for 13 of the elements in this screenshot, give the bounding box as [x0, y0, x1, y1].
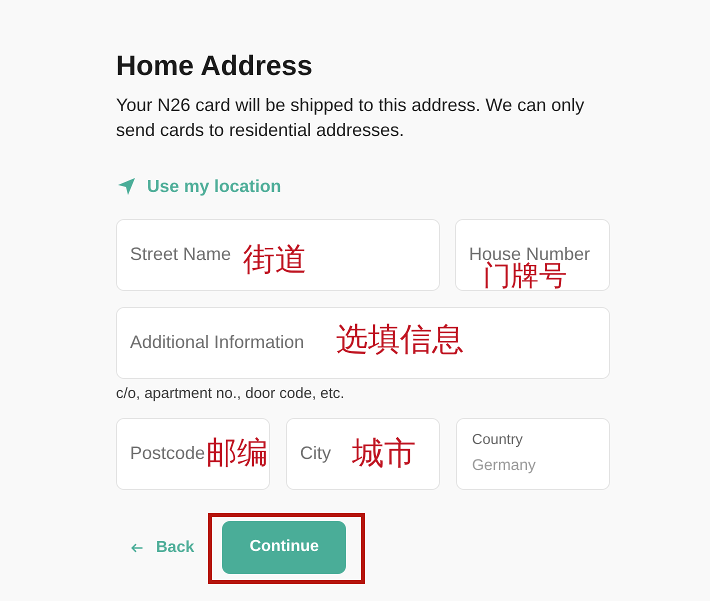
left-arrow-icon [131, 543, 143, 553]
use-location-link[interactable]: Use my location [116, 174, 282, 198]
annotation-text: 城市 [352, 436, 416, 468]
annotation-text: 邮编 [206, 438, 268, 468]
description-text: Your N26 card will be shipped to this address. We can only send cards to residential addresses. [116, 94, 586, 142]
back-link[interactable]: Back [131, 538, 194, 558]
field-hint: c/o, apartment no., door code, etc. [116, 384, 346, 402]
annotation-text: 选填信息 [336, 322, 464, 354]
location-arrow-icon [118, 178, 135, 194]
continue-button[interactable]: Continue [222, 520, 346, 574]
annotation-text: 街道 [243, 242, 307, 274]
annotation-text: 门牌号 [483, 262, 567, 290]
page-title: Home Address [116, 49, 314, 83]
